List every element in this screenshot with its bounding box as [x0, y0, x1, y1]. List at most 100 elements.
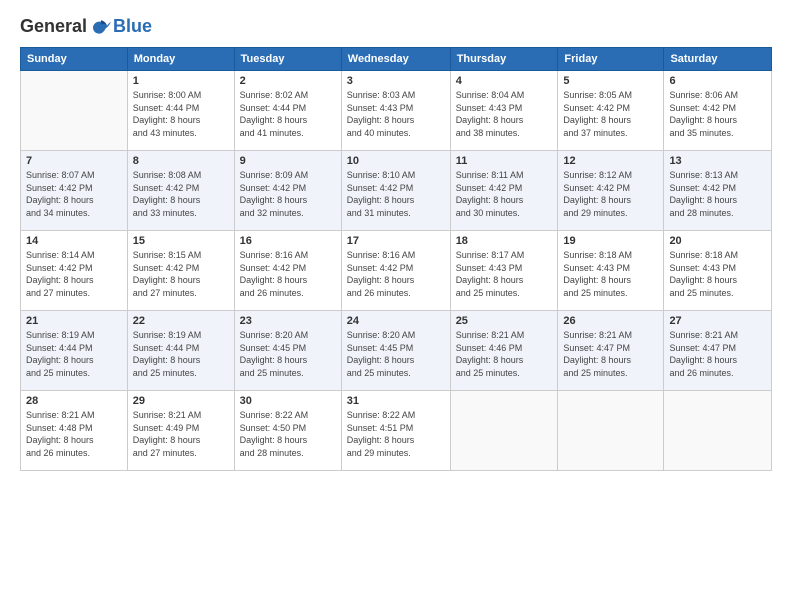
day-info: Sunrise: 8:08 AMSunset: 4:42 PMDaylight:…	[133, 169, 229, 219]
day-number: 9	[240, 155, 336, 167]
calendar-cell: 12 Sunrise: 8:12 AMSunset: 4:42 PMDayligh…	[558, 151, 664, 231]
day-info: Sunrise: 8:21 AMSunset: 4:46 PMDaylight:…	[456, 329, 553, 379]
weekday-saturday: Saturday	[664, 48, 772, 71]
day-info: Sunrise: 8:19 AMSunset: 4:44 PMDaylight:…	[133, 329, 229, 379]
day-number: 29	[133, 395, 229, 407]
calendar-cell: 14 Sunrise: 8:14 AMSunset: 4:42 PMDayligh…	[21, 231, 128, 311]
logo-general: General	[20, 16, 87, 37]
day-number: 5	[563, 75, 658, 87]
day-number: 27	[669, 315, 766, 327]
day-number: 28	[26, 395, 122, 407]
day-number: 8	[133, 155, 229, 167]
day-number: 30	[240, 395, 336, 407]
day-number: 18	[456, 235, 553, 247]
weekday-wednesday: Wednesday	[341, 48, 450, 71]
day-number: 12	[563, 155, 658, 167]
day-info: Sunrise: 8:11 AMSunset: 4:42 PMDaylight:…	[456, 169, 553, 219]
day-info: Sunrise: 8:09 AMSunset: 4:42 PMDaylight:…	[240, 169, 336, 219]
calendar-cell: 27Sunrise: 8:21 AMSunset: 4:47 PMDayligh…	[664, 311, 772, 391]
weekday-header-row: SundayMondayTuesdayWednesdayThursdayFrid…	[21, 48, 772, 71]
day-number: 6	[669, 75, 766, 87]
calendar-cell: 6Sunrise: 8:06 AMSunset: 4:42 PMDaylight…	[664, 71, 772, 151]
day-number: 3	[347, 75, 445, 87]
day-number: 20	[669, 235, 766, 247]
day-info: Sunrise: 8:19 AMSunset: 4:44 PMDaylight:…	[26, 329, 122, 379]
calendar-cell: 3 Sunrise: 8:03 AMSunset: 4:43 PMDaylight…	[341, 71, 450, 151]
day-info: Sunrise: 8:21 AMSunset: 4:49 PMDaylight:…	[133, 409, 229, 459]
day-info: Sunrise: 8:21 AMSunset: 4:47 PMDaylight:…	[563, 329, 658, 379]
day-info: Sunrise: 8:00 AMSunset: 4:44 PMDaylight:…	[133, 89, 229, 139]
calendar: SundayMondayTuesdayWednesdayThursdayFrid…	[20, 47, 772, 471]
calendar-cell: 19 Sunrise: 8:18 AMSunset: 4:43 PMDayligh…	[558, 231, 664, 311]
day-number: 16	[240, 235, 336, 247]
day-number: 21	[26, 315, 122, 327]
week-row-5: 28 Sunrise: 8:21 AMSunset: 4:48 PMDayligh…	[21, 391, 772, 471]
calendar-cell: 20 Sunrise: 8:18 AMSunset: 4:43 PMDayligh…	[664, 231, 772, 311]
calendar-cell: 21 Sunrise: 8:19 AMSunset: 4:44 PMDayligh…	[21, 311, 128, 391]
calendar-cell: 17 Sunrise: 8:16 AMSunset: 4:42 PMDayligh…	[341, 231, 450, 311]
day-number: 17	[347, 235, 445, 247]
calendar-cell	[558, 391, 664, 471]
logo: General Blue	[20, 16, 152, 37]
calendar-cell: 31 Sunrise: 8:22 AMSunset: 4:51 PMDayligh…	[341, 391, 450, 471]
day-number: 22	[133, 315, 229, 327]
day-number: 10	[347, 155, 445, 167]
day-number: 24	[347, 315, 445, 327]
day-info: Sunrise: 8:17 AMSunset: 4:43 PMDaylight:…	[456, 249, 553, 299]
day-number: 31	[347, 395, 445, 407]
day-number: 7	[26, 155, 122, 167]
day-number: 15	[133, 235, 229, 247]
day-number: 19	[563, 235, 658, 247]
day-number: 25	[456, 315, 553, 327]
day-info: Sunrise: 8:16 AMSunset: 4:42 PMDaylight:…	[347, 249, 445, 299]
day-info: Sunrise: 8:16 AMSunset: 4:42 PMDaylight:…	[240, 249, 336, 299]
page: General Blue SundayMondayTuesdayWednesda…	[0, 0, 792, 612]
day-info: Sunrise: 8:22 AMSunset: 4:51 PMDaylight:…	[347, 409, 445, 459]
logo-blue: Blue	[113, 16, 152, 37]
calendar-cell: 13Sunrise: 8:13 AMSunset: 4:42 PMDayligh…	[664, 151, 772, 231]
logo-bird-icon	[91, 17, 111, 37]
day-number: 4	[456, 75, 553, 87]
day-info: Sunrise: 8:18 AMSunset: 4:43 PMDaylight:…	[669, 249, 766, 299]
day-info: Sunrise: 8:02 AMSunset: 4:44 PMDaylight:…	[240, 89, 336, 139]
day-info: Sunrise: 8:07 AMSunset: 4:42 PMDaylight:…	[26, 169, 122, 219]
calendar-cell: 29 Sunrise: 8:21 AMSunset: 4:49 PMDayligh…	[127, 391, 234, 471]
week-row-1: 1 Sunrise: 8:00 AMSunset: 4:44 PMDaylight…	[21, 71, 772, 151]
calendar-cell: 2Sunrise: 8:02 AMSunset: 4:44 PMDaylight…	[234, 71, 341, 151]
calendar-cell: 23Sunrise: 8:20 AMSunset: 4:45 PMDayligh…	[234, 311, 341, 391]
day-number: 13	[669, 155, 766, 167]
calendar-cell	[664, 391, 772, 471]
calendar-cell: 22 Sunrise: 8:19 AMSunset: 4:44 PMDayligh…	[127, 311, 234, 391]
weekday-tuesday: Tuesday	[234, 48, 341, 71]
day-info: Sunrise: 8:03 AMSunset: 4:43 PMDaylight:…	[347, 89, 445, 139]
calendar-cell: 15Sunrise: 8:15 AMSunset: 4:42 PMDayligh…	[127, 231, 234, 311]
calendar-cell: 26 Sunrise: 8:21 AMSunset: 4:47 PMDayligh…	[558, 311, 664, 391]
weekday-monday: Monday	[127, 48, 234, 71]
calendar-cell: 11 Sunrise: 8:11 AMSunset: 4:42 PMDayligh…	[450, 151, 558, 231]
calendar-cell: 25 Sunrise: 8:21 AMSunset: 4:46 PMDayligh…	[450, 311, 558, 391]
day-number: 14	[26, 235, 122, 247]
calendar-cell	[21, 71, 128, 151]
day-info: Sunrise: 8:14 AMSunset: 4:42 PMDaylight:…	[26, 249, 122, 299]
day-info: Sunrise: 8:20 AMSunset: 4:45 PMDaylight:…	[240, 329, 336, 379]
weekday-thursday: Thursday	[450, 48, 558, 71]
day-info: Sunrise: 8:04 AMSunset: 4:43 PMDaylight:…	[456, 89, 553, 139]
calendar-cell: 5Sunrise: 8:05 AMSunset: 4:42 PMDaylight…	[558, 71, 664, 151]
calendar-cell: 24Sunrise: 8:20 AMSunset: 4:45 PMDayligh…	[341, 311, 450, 391]
weekday-sunday: Sunday	[21, 48, 128, 71]
day-info: Sunrise: 8:18 AMSunset: 4:43 PMDaylight:…	[563, 249, 658, 299]
day-info: Sunrise: 8:21 AMSunset: 4:48 PMDaylight:…	[26, 409, 122, 459]
header: General Blue	[20, 16, 772, 37]
calendar-cell: 28 Sunrise: 8:21 AMSunset: 4:48 PMDayligh…	[21, 391, 128, 471]
day-info: Sunrise: 8:12 AMSunset: 4:42 PMDaylight:…	[563, 169, 658, 219]
day-info: Sunrise: 8:22 AMSunset: 4:50 PMDaylight:…	[240, 409, 336, 459]
calendar-cell: 7 Sunrise: 8:07 AMSunset: 4:42 PMDaylight…	[21, 151, 128, 231]
calendar-cell: 16 Sunrise: 8:16 AMSunset: 4:42 PMDayligh…	[234, 231, 341, 311]
week-row-4: 21 Sunrise: 8:19 AMSunset: 4:44 PMDayligh…	[21, 311, 772, 391]
day-number: 26	[563, 315, 658, 327]
calendar-cell: 8 Sunrise: 8:08 AMSunset: 4:42 PMDaylight…	[127, 151, 234, 231]
calendar-cell: 4 Sunrise: 8:04 AMSunset: 4:43 PMDaylight…	[450, 71, 558, 151]
weekday-friday: Friday	[558, 48, 664, 71]
day-number: 1	[133, 75, 229, 87]
day-number: 11	[456, 155, 553, 167]
